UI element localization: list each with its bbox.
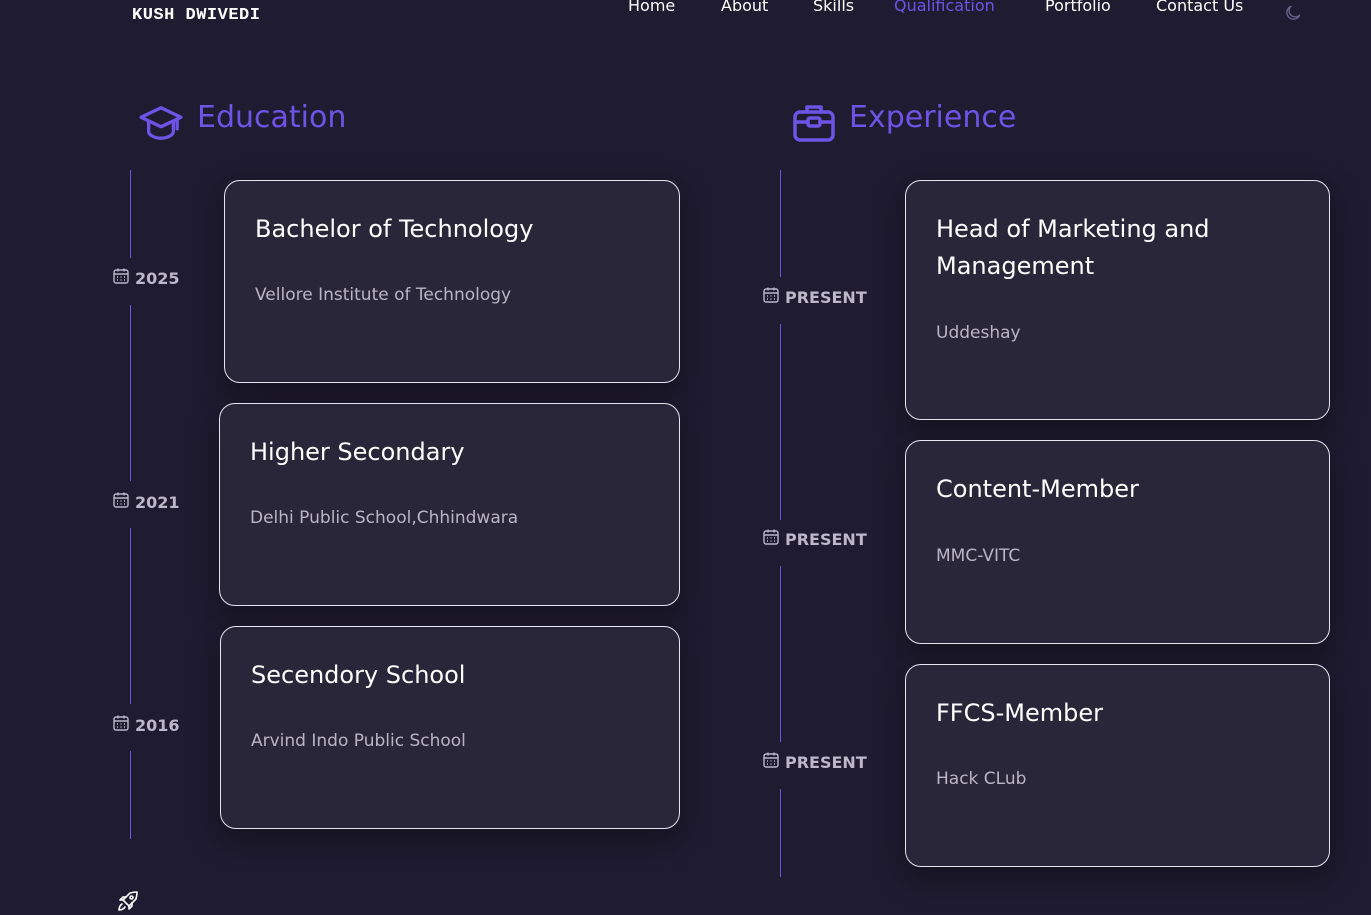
nav-skills[interactable]: Skills — [813, 0, 854, 15]
card-title: Head of Marketing and Management — [936, 215, 1210, 280]
experience-date-1: PRESENT — [762, 286, 867, 308]
calendar-icon — [112, 714, 130, 736]
experience-date-3: PRESENT — [762, 751, 867, 773]
experience-title: Experience — [849, 100, 1017, 135]
calendar-icon — [112, 267, 130, 289]
card-subtitle: Vellore Institute of Technology — [255, 285, 512, 305]
education-date-2: 2021 — [112, 491, 180, 513]
date-label: PRESENT — [785, 529, 867, 549]
card-subtitle: Delhi Public School,Chhindwara — [250, 508, 519, 528]
nav-home[interactable]: Home — [628, 0, 675, 15]
calendar-icon — [112, 491, 130, 513]
education-card-2[interactable]: Higher Secondary Delhi Public School,Chh… — [219, 403, 680, 606]
timeline-line — [780, 170, 781, 277]
card-title: Content-Member — [936, 475, 1139, 503]
card-title: FFCS-Member — [936, 699, 1103, 727]
date-label: PRESENT — [785, 287, 867, 307]
card-title: Higher Secondary — [250, 438, 465, 466]
calendar-icon — [762, 286, 780, 308]
experience-date-2: PRESENT — [762, 528, 867, 550]
timeline-line — [780, 324, 781, 520]
briefcase-icon — [792, 102, 836, 148]
date-label: PRESENT — [785, 752, 867, 772]
education-title: Education — [197, 100, 347, 135]
nav-about[interactable]: About — [721, 0, 768, 15]
timeline-line — [780, 566, 781, 742]
calendar-icon — [762, 528, 780, 550]
experience-card-2[interactable]: Content-Member MMC-VITC — [905, 440, 1330, 644]
date-label: 2016 — [135, 715, 180, 735]
timeline-line — [780, 789, 781, 877]
card-title: Bachelor of Technology — [255, 215, 534, 243]
education-card-3[interactable]: Secendory School Arvind Indo Public Scho… — [220, 626, 680, 829]
timeline-line — [130, 305, 131, 481]
education-date-1: 2025 — [112, 267, 180, 289]
card-subtitle: Uddeshay — [936, 323, 1021, 343]
qualification-page: KUSH DWIVEDI Home About Skills Qualifica… — [0, 0, 1371, 915]
card-subtitle: MMC-VITC — [936, 546, 1021, 566]
nav-portfolio[interactable]: Portfolio — [1045, 0, 1111, 15]
card-title: Secendory School — [251, 661, 466, 689]
card-subtitle: Arvind Indo Public School — [251, 731, 466, 751]
date-label: 2021 — [135, 492, 180, 512]
nav-qualification[interactable]: Qualification — [894, 0, 995, 15]
card-subtitle: Hack CLub — [936, 769, 1027, 789]
experience-card-1[interactable]: Head of Marketing and Management Uddesha… — [905, 180, 1330, 420]
timeline-line — [130, 170, 131, 258]
education-date-3: 2016 — [112, 714, 180, 736]
nav-contact[interactable]: Contact Us — [1156, 0, 1243, 15]
education-card-1[interactable]: Bachelor of Technology Vellore Institute… — [224, 180, 680, 383]
calendar-icon — [762, 751, 780, 773]
rocket-icon[interactable] — [116, 889, 140, 913]
timeline-line — [130, 528, 131, 704]
timeline-line — [130, 751, 131, 839]
date-label: 2025 — [135, 268, 180, 288]
moon-icon[interactable] — [1283, 3, 1303, 23]
brand-logo[interactable]: KUSH DWIVEDI — [132, 6, 260, 25]
experience-card-3[interactable]: FFCS-Member Hack CLub — [905, 664, 1330, 867]
graduation-cap-icon — [138, 104, 184, 146]
